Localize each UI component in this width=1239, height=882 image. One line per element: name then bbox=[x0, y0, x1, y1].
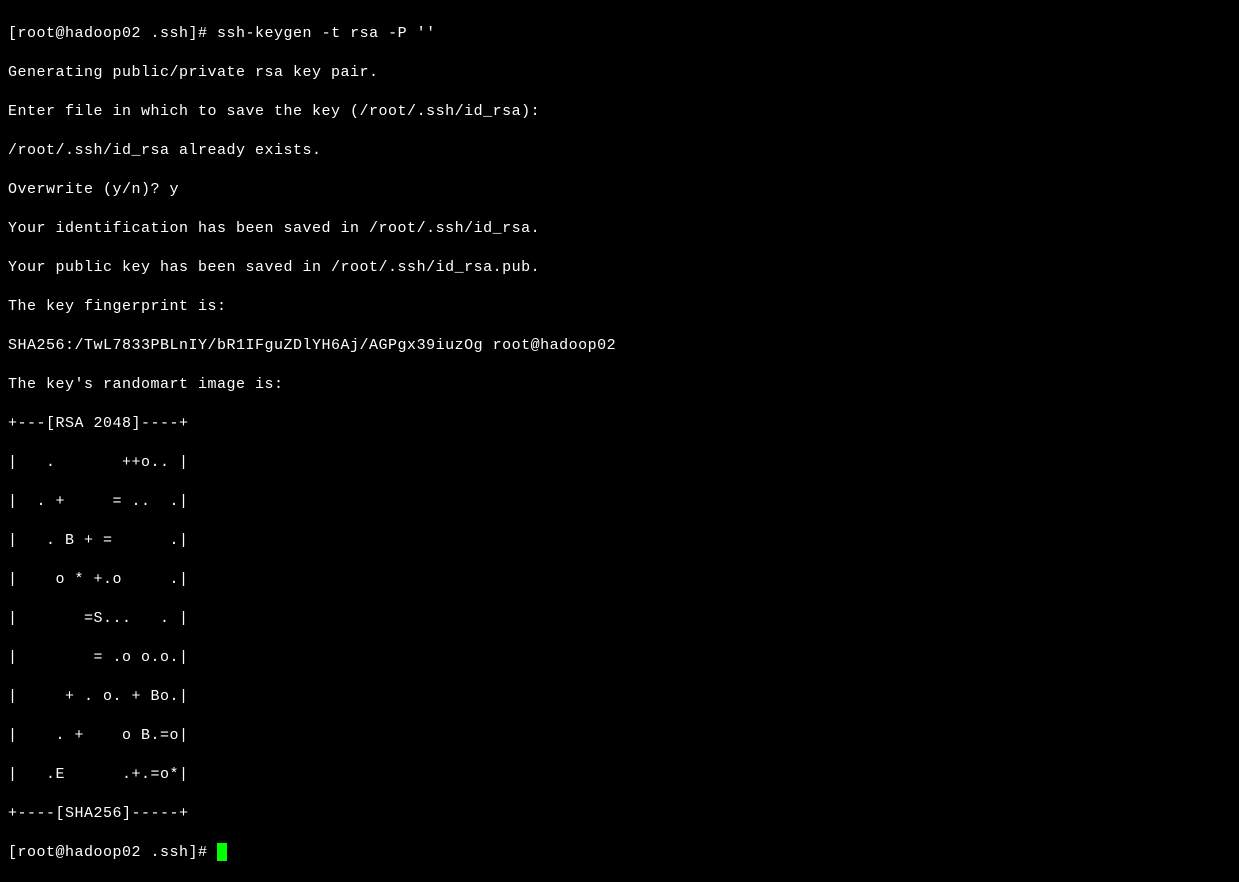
randomart-line: | . + = .. .| bbox=[8, 492, 1231, 512]
randomart-line: | . + o B.=o| bbox=[8, 726, 1231, 746]
randomart-line: | = .o o.o.| bbox=[8, 648, 1231, 668]
output-line: Overwrite (y/n)? y bbox=[8, 180, 1231, 200]
randomart-line: | . B + = .| bbox=[8, 531, 1231, 551]
output-line: Generating public/private rsa key pair. bbox=[8, 63, 1231, 83]
randomart-line: | .E .+.=o*| bbox=[8, 765, 1231, 785]
output-line: Enter file in which to save the key (/ro… bbox=[8, 102, 1231, 122]
terminal-output: [root@hadoop02 .ssh]# ssh-keygen -t rsa … bbox=[8, 4, 1231, 882]
cursor-icon[interactable] bbox=[217, 843, 227, 861]
output-line: /root/.ssh/id_rsa already exists. bbox=[8, 141, 1231, 161]
randomart-line: | =S... . | bbox=[8, 609, 1231, 629]
randomart-line: | . ++o.. | bbox=[8, 453, 1231, 473]
output-line: Your identification has been saved in /r… bbox=[8, 219, 1231, 239]
shell-prompt: [root@hadoop02 .ssh]# bbox=[8, 844, 217, 861]
randomart-line: | + . o. + Bo.| bbox=[8, 687, 1231, 707]
command-input: ssh-keygen -t rsa -P '' bbox=[217, 25, 436, 42]
output-line: SHA256:/TwL7833PBLnIY/bR1IFguZDlYH6Aj/AG… bbox=[8, 336, 1231, 356]
output-line: The key's randomart image is: bbox=[8, 375, 1231, 395]
randomart-line: +----[SHA256]-----+ bbox=[8, 804, 1231, 824]
randomart-line: | o * +.o .| bbox=[8, 570, 1231, 590]
output-line: The key fingerprint is: bbox=[8, 297, 1231, 317]
randomart-line: +---[RSA 2048]----+ bbox=[8, 414, 1231, 434]
output-line: Your public key has been saved in /root/… bbox=[8, 258, 1231, 278]
shell-prompt: [root@hadoop02 .ssh]# bbox=[8, 25, 217, 42]
